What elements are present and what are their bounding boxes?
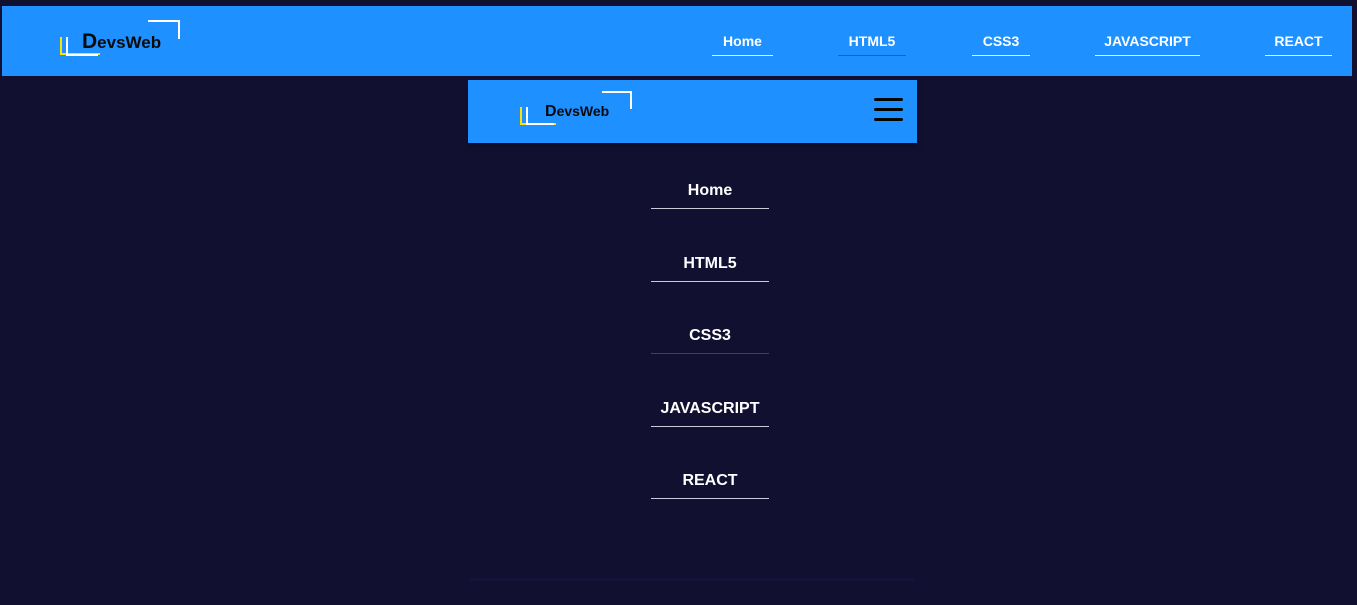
hamburger-menu-icon[interactable] <box>874 97 904 123</box>
desktop-nav-css3[interactable]: CSS3 <box>972 33 1030 56</box>
logo-text: DevsWeb <box>545 103 609 121</box>
logo-initial: D <box>82 30 98 53</box>
mobile-menu-bottom-edge <box>470 578 915 581</box>
hamburger-line <box>874 108 903 111</box>
mobile-nav-css3[interactable]: CSS3 <box>651 327 769 354</box>
hamburger-line <box>874 98 903 101</box>
desktop-nav-html5[interactable]: HTML5 <box>838 33 906 56</box>
hamburger-line <box>874 118 903 121</box>
logo-rest: evsWeb <box>97 33 162 52</box>
desktop-nav-home[interactable]: Home <box>712 33 773 56</box>
mobile-nav-javascript[interactable]: JAVASCRIPT <box>651 400 769 427</box>
desktop-header: DevsWeb Home HTML5 CSS3 JAVASCRIPT REACT <box>2 6 1352 76</box>
desktop-logo[interactable]: DevsWeb <box>58 18 182 60</box>
mobile-nav-html5[interactable]: HTML5 <box>651 255 769 282</box>
mobile-logo[interactable]: DevsWeb <box>518 90 634 128</box>
desktop-nav-react[interactable]: REACT <box>1265 33 1332 56</box>
mobile-nav-react[interactable]: REACT <box>651 472 769 499</box>
logo-text: DevsWeb <box>82 30 161 54</box>
desktop-nav-javascript[interactable]: JAVASCRIPT <box>1095 33 1200 56</box>
logo-initial: D <box>545 103 557 120</box>
logo-rest: evsWeb <box>556 103 610 119</box>
mobile-nav-home[interactable]: Home <box>651 182 769 209</box>
mobile-header: DevsWeb <box>468 80 917 143</box>
